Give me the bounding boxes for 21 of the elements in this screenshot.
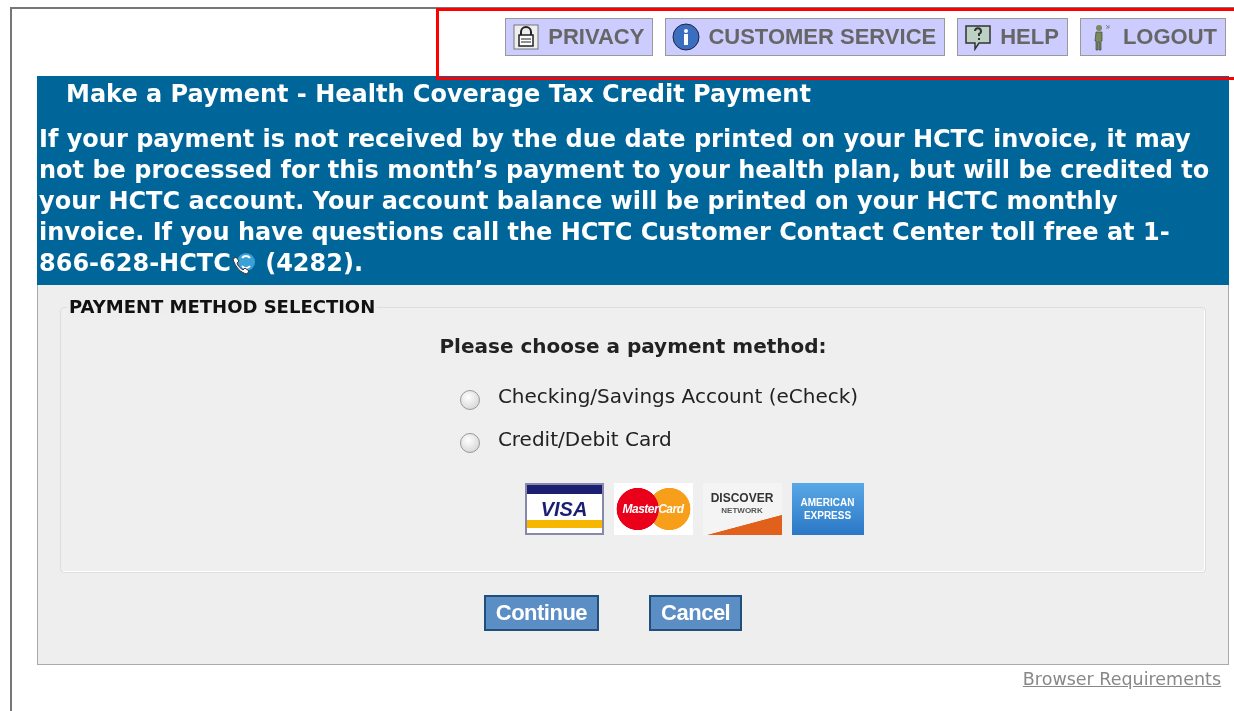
visa-card-logo: VISA bbox=[524, 483, 604, 535]
radio-label[interactable]: Credit/Debit Card bbox=[497, 427, 672, 451]
browser-requirements-link[interactable]: Browser Requirements bbox=[1022, 669, 1221, 689]
amex-logo: AMERICAN EXPRESS bbox=[791, 483, 864, 535]
action-button[interactable]: Cancel bbox=[649, 595, 743, 631]
phone-icon bbox=[230, 251, 257, 275]
action-button[interactable]: Continue bbox=[483, 595, 600, 631]
radio-button[interactable] bbox=[459, 433, 480, 453]
nav-button[interactable]: LOGOUT bbox=[1079, 18, 1226, 56]
nav-button[interactable]: CUSTOMER SERVICE bbox=[665, 18, 946, 56]
info-icon bbox=[672, 23, 701, 51]
discover-logo: DISCOVER NETWORK bbox=[702, 483, 782, 535]
lock-icon bbox=[512, 23, 541, 51]
page-title: Make a Payment - Health Coverage Tax Credit Payment bbox=[66, 80, 812, 108]
nav-button[interactable]: HELP bbox=[957, 18, 1068, 56]
notice-paragraph: If your payment is not received by the due date printed on your HCTC invoice, it may not be processed for this month’s payment to your health plan, but will be credited to your HCTC account. Your account balance will be printed on your HCTC monthly invoice. If you have questions call the HCTC Customer Contact Center toll free at 1-866-628-HCTC (4282). bbox=[39, 124, 1211, 279]
prompt-text: Please choose a payment method: bbox=[439, 334, 827, 358]
radio-label[interactable]: Checking/Savings Account (eCheck) bbox=[497, 384, 859, 408]
radio-button[interactable] bbox=[459, 390, 480, 410]
help-icon bbox=[964, 23, 993, 51]
nav-button[interactable]: PRIVACY bbox=[505, 18, 654, 56]
